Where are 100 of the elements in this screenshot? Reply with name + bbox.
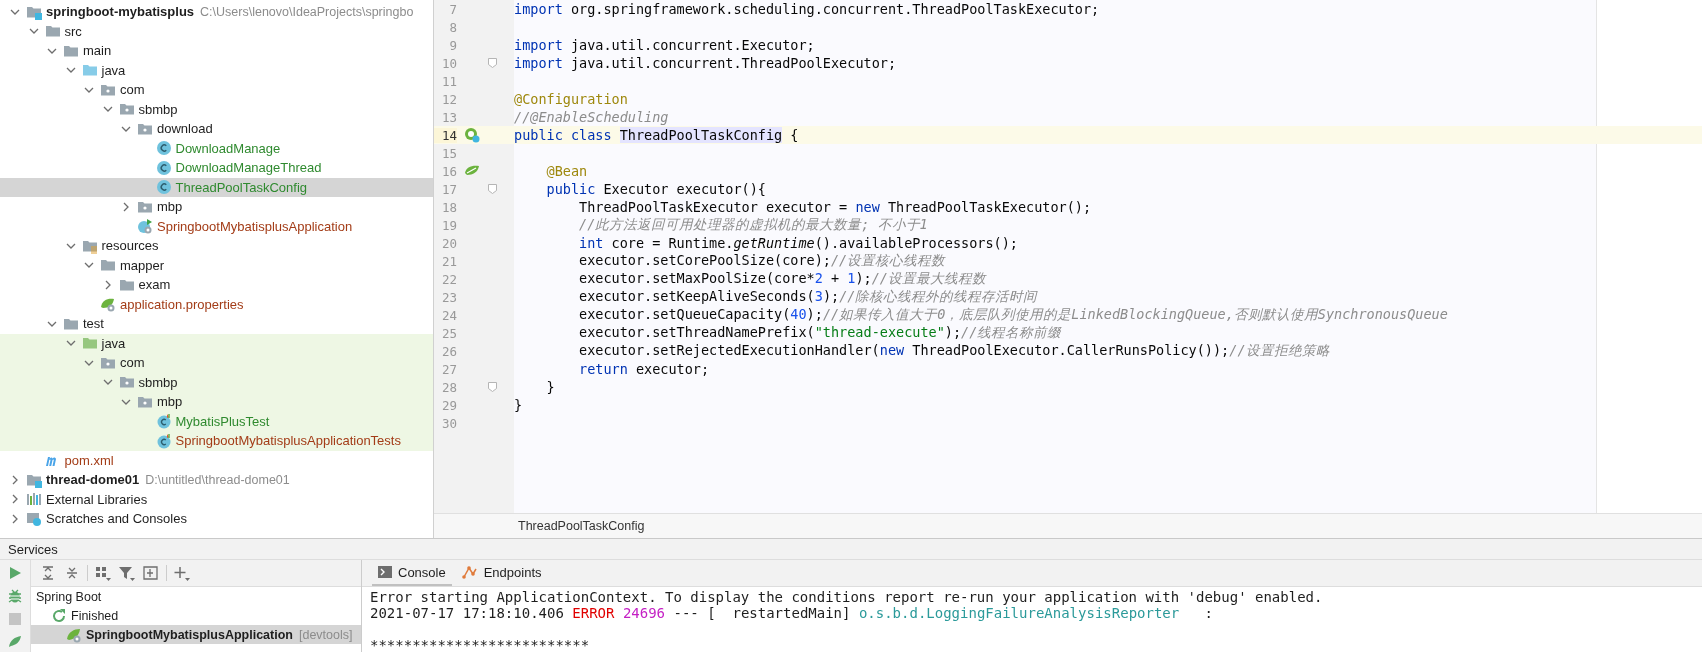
line-number: 14: [434, 127, 457, 143]
leaf-gear-icon: [100, 296, 116, 313]
tree-item[interactable]: mbp: [0, 392, 433, 412]
code-line: @Configuration: [514, 91, 628, 107]
item-label: src: [64, 23, 82, 39]
line-number: 10: [440, 55, 457, 71]
item-label: External Libraries: [46, 491, 148, 507]
tree-item[interactable]: thread-dome01 D:\untitled\thread-dome01: [0, 470, 433, 490]
line-number: 24: [440, 307, 457, 323]
service-item[interactable]: Spring Boot: [31, 587, 361, 606]
leaf-icon[interactable]: [8, 634, 22, 648]
spring-leaf-icon: [66, 626, 82, 643]
add-icon[interactable]: [173, 565, 191, 581]
item-label: mbp: [157, 394, 183, 410]
tree-item[interactable]: src: [0, 21, 433, 41]
tree-item[interactable]: DownloadManage: [0, 138, 433, 158]
panel-tab[interactable]: Endpoints: [455, 560, 548, 586]
item-hint: [devtools]: [298, 627, 353, 642]
item-label: SpringbootMybatisplusApplicationTests: [175, 433, 401, 449]
item-label: com: [120, 355, 145, 371]
item-label: java: [101, 62, 126, 78]
panel-title: Services: [8, 541, 58, 557]
scratches-icon: [26, 510, 42, 527]
item-label: sbmbp: [138, 101, 178, 117]
folder-icon: [100, 257, 116, 274]
line-number: 30: [440, 415, 457, 431]
class-icon: [155, 140, 172, 157]
item-label: com: [120, 82, 145, 98]
folder-icon: [44, 23, 61, 40]
code-line: executor.setKeepAliveSeconds(3);//除核心线程外的线程存活时间: [578, 288, 1038, 306]
line-number: 21: [440, 253, 457, 269]
package-icon: [118, 374, 135, 391]
console-icon: [378, 565, 392, 579]
tree-item[interactable]: pom.xml: [0, 450, 433, 470]
filter-icon[interactable]: [118, 565, 136, 581]
line-number: 25: [440, 325, 457, 341]
tree-item[interactable]: application.properties: [0, 294, 433, 314]
item-label: thread-dome01: [46, 472, 140, 488]
libraries-icon: [26, 491, 42, 508]
tree-item[interactable]: com: [0, 80, 433, 100]
tree-item[interactable]: sbmbp: [0, 372, 433, 392]
code-line: executor.setMaxPoolSize(core*2 + 1);//设置最大线程数: [578, 270, 986, 288]
tree-item[interactable]: MybatisPlusTest: [0, 411, 433, 431]
item-label: springboot-mybatisplus: [46, 4, 195, 20]
code-line: import org.springframework.scheduling.concurrent.ThreadPoolTaskExecutor;: [514, 1, 1100, 17]
item-label: mbp: [157, 199, 183, 215]
tree-item[interactable]: exam: [0, 275, 433, 295]
tree-item[interactable]: External Libraries: [0, 489, 433, 509]
item-label: SpringbootMybatisplusApplication: [86, 627, 293, 642]
path-hint: D:\untitled\thread-dome01: [145, 472, 290, 487]
service-item[interactable]: Finished: [31, 606, 361, 625]
tree-item[interactable]: Scratches and Consoles: [0, 509, 433, 529]
item-label: sbmbp: [138, 374, 178, 390]
code-line: executor.setThreadNamePrefix("thread-execute");//线程名称前缀: [578, 324, 1062, 342]
line-number: 20: [440, 235, 457, 251]
breadcrumb[interactable]: ThreadPoolTaskConfig: [518, 519, 645, 533]
code-line: @Bean: [545, 163, 588, 179]
tree-item[interactable]: java: [0, 60, 433, 80]
service-item[interactable]: SpringbootMybatisplusApplication [devtools]: [31, 625, 361, 644]
line-number: 27: [440, 361, 457, 377]
panel-tab[interactable]: Console: [372, 560, 452, 586]
group-icon[interactable]: [94, 565, 112, 581]
code-line: }: [545, 379, 555, 395]
tree-item[interactable]: SpringbootMybatisplusApplicationTests: [0, 431, 433, 451]
tree-item[interactable]: java: [0, 333, 433, 353]
tree-item[interactable]: test: [0, 314, 433, 334]
run-icon[interactable]: [8, 566, 22, 580]
tree-item[interactable]: download: [0, 119, 433, 139]
bug-icon[interactable]: [8, 588, 22, 604]
new-pane-icon[interactable]: [142, 565, 160, 581]
bean-icon[interactable]: [463, 127, 480, 143]
line-number: 28: [440, 379, 457, 395]
tree-item[interactable]: resources: [0, 236, 433, 256]
spring-class-icon: [137, 218, 153, 235]
tree-item[interactable]: mapper: [0, 255, 433, 275]
item-label: DownloadManage: [175, 140, 281, 156]
item-label: main: [83, 43, 112, 59]
item-label: pom.xml: [64, 452, 114, 468]
endpoints-icon: [461, 565, 478, 579]
code-line: executor.setRejectedExecutionHandler(new ThreadPoolExecutor.CallerRunsPolicy());//设置拒绝策略: [578, 342, 1330, 360]
test-class-icon: [155, 432, 172, 449]
item-label: resources: [101, 238, 159, 254]
line-number: 22: [440, 271, 457, 287]
tree-item[interactable]: sbmbp: [0, 99, 433, 119]
line-number: 8: [448, 19, 457, 35]
line-number: 18: [440, 199, 457, 215]
tree-item[interactable]: mbp: [0, 197, 433, 217]
tree-item[interactable]: springboot-mybatisplus C:\Users\lenovo\IdeaProjects\springbo: [0, 2, 433, 22]
tree-item[interactable]: SpringbootMybatisplusApplication: [0, 216, 433, 236]
item-label: Scratches and Consoles: [46, 511, 187, 527]
item-label: exam: [138, 277, 171, 293]
tree-item[interactable]: com: [0, 353, 433, 373]
code-line: executor.setCorePoolSize(core);//设置核心线程数: [578, 252, 946, 270]
item-label: Finished: [71, 608, 119, 623]
tree-item[interactable]: main: [0, 41, 433, 61]
line-number: 16: [440, 163, 457, 179]
console-line: **************************: [370, 637, 590, 652]
item-label: download: [157, 121, 213, 137]
console-line: Error starting ApplicationContext. To display the conditions report re-run your application with 'debug' enabled.: [370, 589, 1323, 605]
tree-item[interactable]: DownloadManageThread: [0, 158, 433, 178]
